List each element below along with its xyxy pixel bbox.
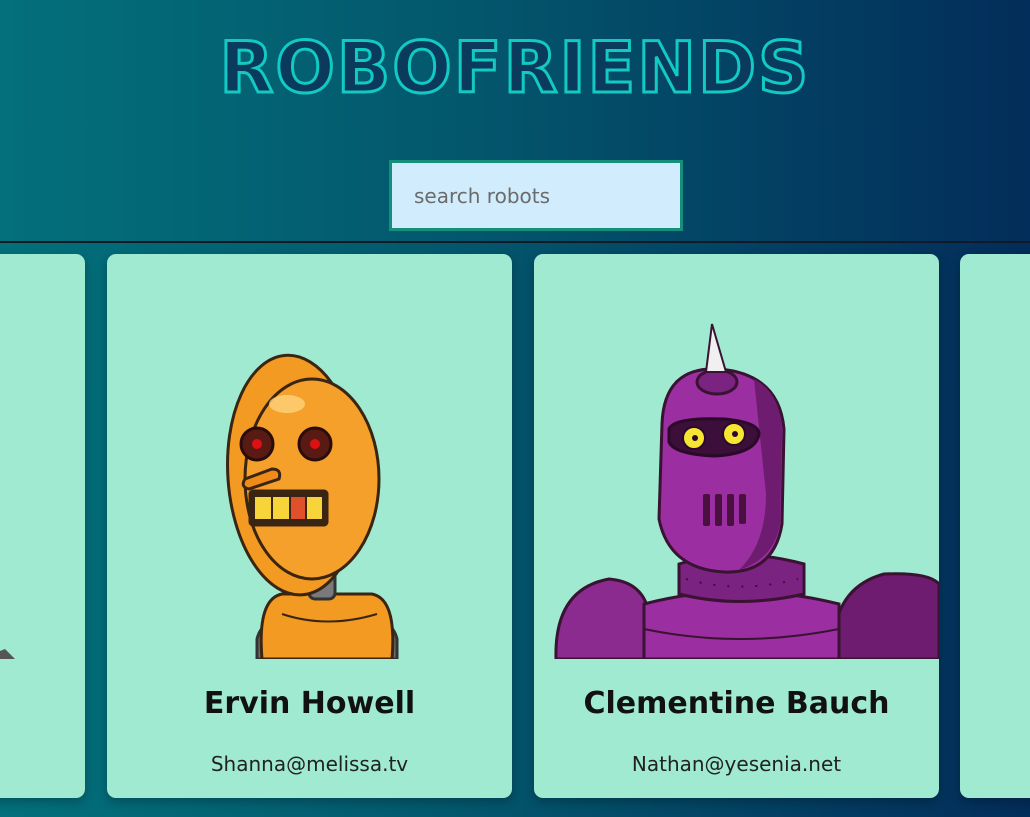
robot-name: Clementine Bauch: [583, 686, 890, 721]
app-title: ROBOFRIENDS: [218, 26, 811, 111]
robot-email: Nathan@yesenia.net: [631, 752, 842, 776]
robot-card-partial-left[interactable]: [0, 254, 85, 798]
search-input[interactable]: [389, 160, 683, 231]
header: ROBOFRIENDS: [0, 0, 1030, 243]
robot-card[interactable]: Ervin Howell Shanna@melissa.tv: [107, 254, 512, 798]
robot-card[interactable]: Clementine Bauch Nathan@yesenia.net: [534, 254, 939, 798]
robot-card-partial-right[interactable]: [960, 254, 1030, 798]
robot-email: Shanna@melissa.tv: [210, 752, 409, 776]
robot-image: [0, 649, 15, 659]
card-list[interactable]: Ervin Howell Shanna@melissa.tv Clementin…: [0, 243, 1030, 817]
purple-robot-icon: [554, 323, 939, 659]
orange-robot-icon: [226, 353, 399, 659]
robot-name: Ervin Howell: [203, 686, 416, 721]
